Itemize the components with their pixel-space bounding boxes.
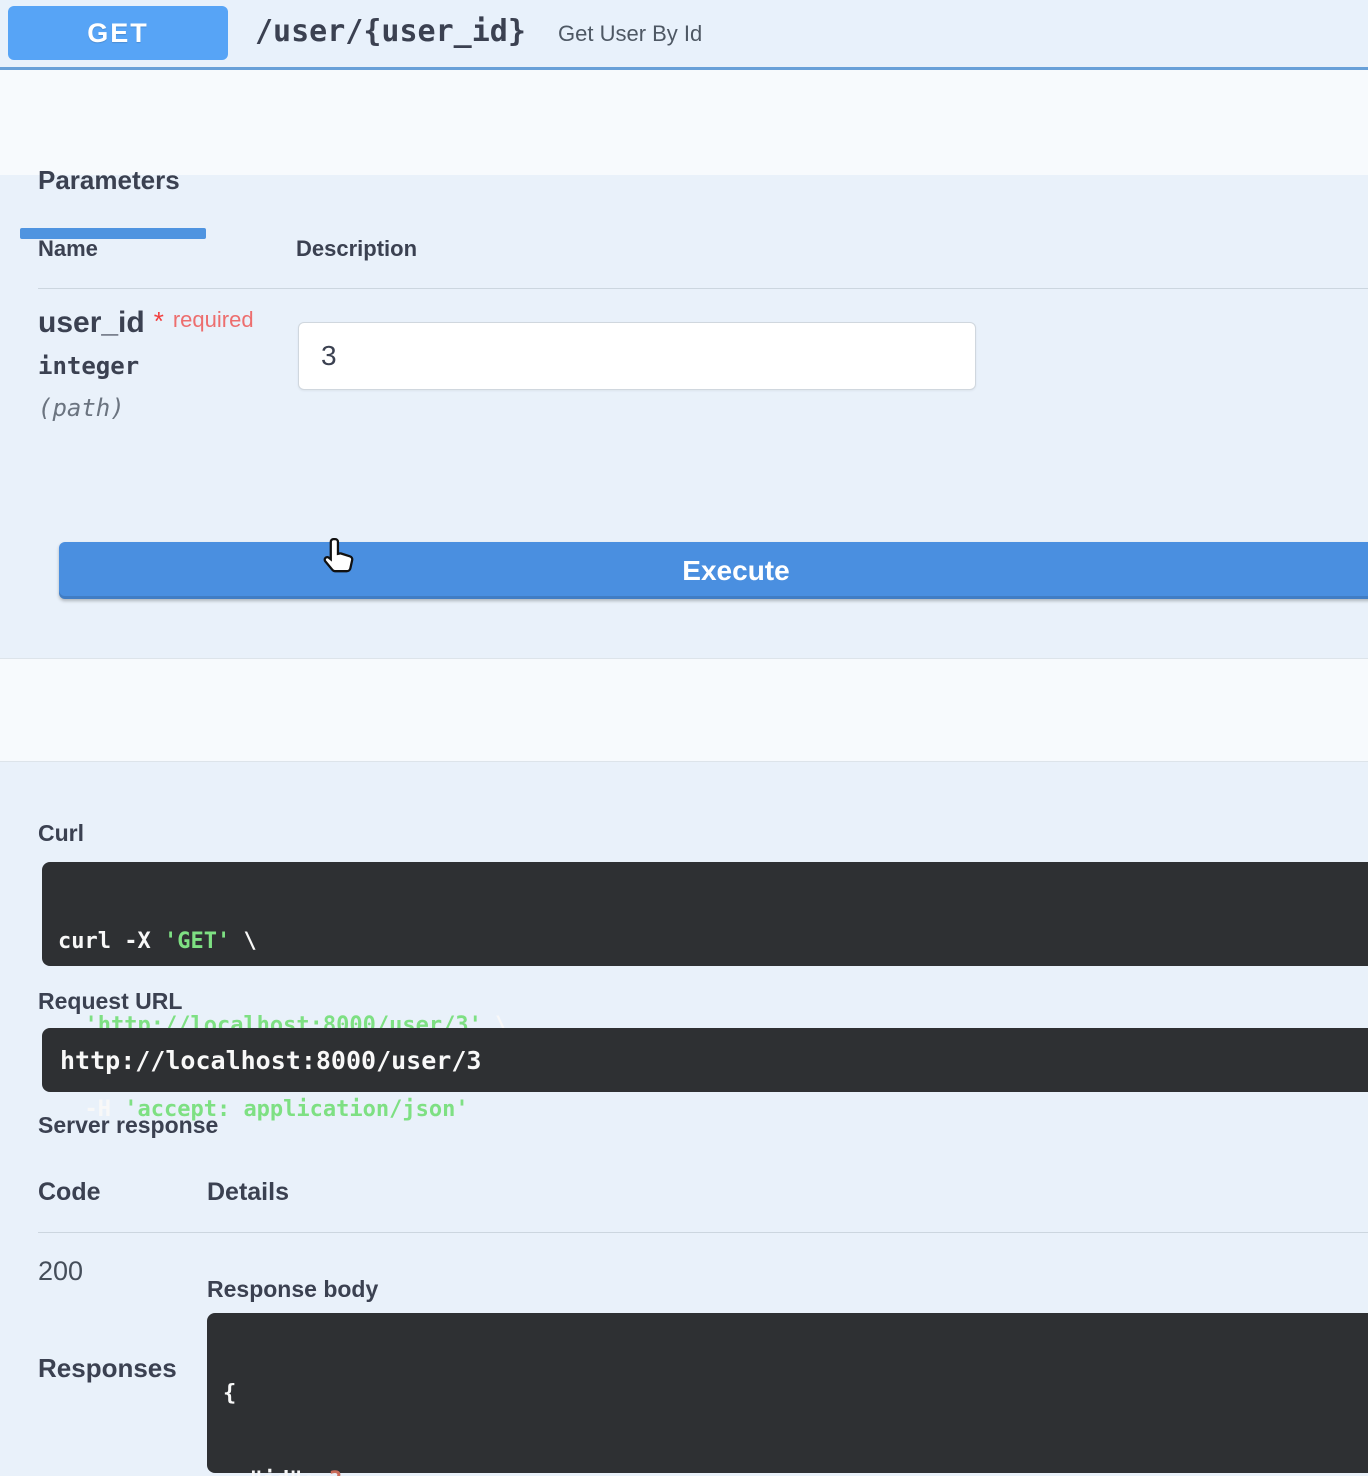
request-url-label: Request URL: [38, 988, 183, 1014]
response-body-label: Response body: [207, 1276, 379, 1302]
response-body-line: {: [223, 1381, 237, 1406]
execute-button[interactable]: Execute: [59, 542, 1368, 599]
responses-section-header: Responses: [0, 658, 1368, 1383]
response-code: 200: [38, 1256, 84, 1286]
param-location: (path): [38, 394, 125, 422]
description-column-header: Description: [296, 236, 418, 261]
tab-bar: Parameters: [0, 70, 1368, 239]
param-name-row: user_id * required: [38, 306, 254, 340]
method-badge[interactable]: GET: [8, 6, 228, 60]
curl-line: curl -X 'GET' \: [58, 929, 257, 954]
responses-section-title: Responses: [38, 1353, 177, 1383]
curl-line: -H 'accept: application/json': [58, 1097, 469, 1122]
server-response-header-divider: [38, 1232, 1368, 1233]
request-url-block: http://localhost:8000/user/3: [42, 1028, 1368, 1092]
curl-code-block: curl -X 'GET' \ 'http://localhost:8000/u…: [42, 862, 1368, 1122]
param-type: integer: [38, 352, 140, 380]
response-body-line: "id": 3,: [223, 1466, 1368, 1476]
endpoint-path: /user/{user_id}: [255, 14, 526, 49]
opblock-header[interactable]: GET /user/{user_id} Get User By Id: [0, 0, 1368, 70]
name-column-header: Name: [38, 236, 98, 261]
execute-button-label: Execute: [682, 554, 790, 586]
server-response-label: Server response: [38, 1112, 219, 1138]
param-required-asterisk: *: [153, 306, 164, 336]
tab-parameters[interactable]: Parameters: [38, 165, 180, 196]
details-column-header: Details: [207, 1178, 289, 1206]
param-name: user_id: [38, 306, 145, 339]
swagger-operation-panel: GET /user/{user_id} Get User By Id Param…: [0, 0, 1368, 1476]
curl-label: Curl: [38, 820, 84, 846]
parameters-header-divider: [38, 288, 1368, 289]
response-body-block: { "id": 3, "name": "Sample User 3", "ema…: [207, 1313, 1368, 1476]
param-value-input[interactable]: [298, 322, 976, 390]
code-column-header: Code: [38, 1178, 101, 1206]
param-required-label: required: [172, 307, 254, 332]
endpoint-summary: Get User By Id: [558, 21, 703, 46]
request-url-value: http://localhost:8000/user/3: [60, 1045, 482, 1075]
